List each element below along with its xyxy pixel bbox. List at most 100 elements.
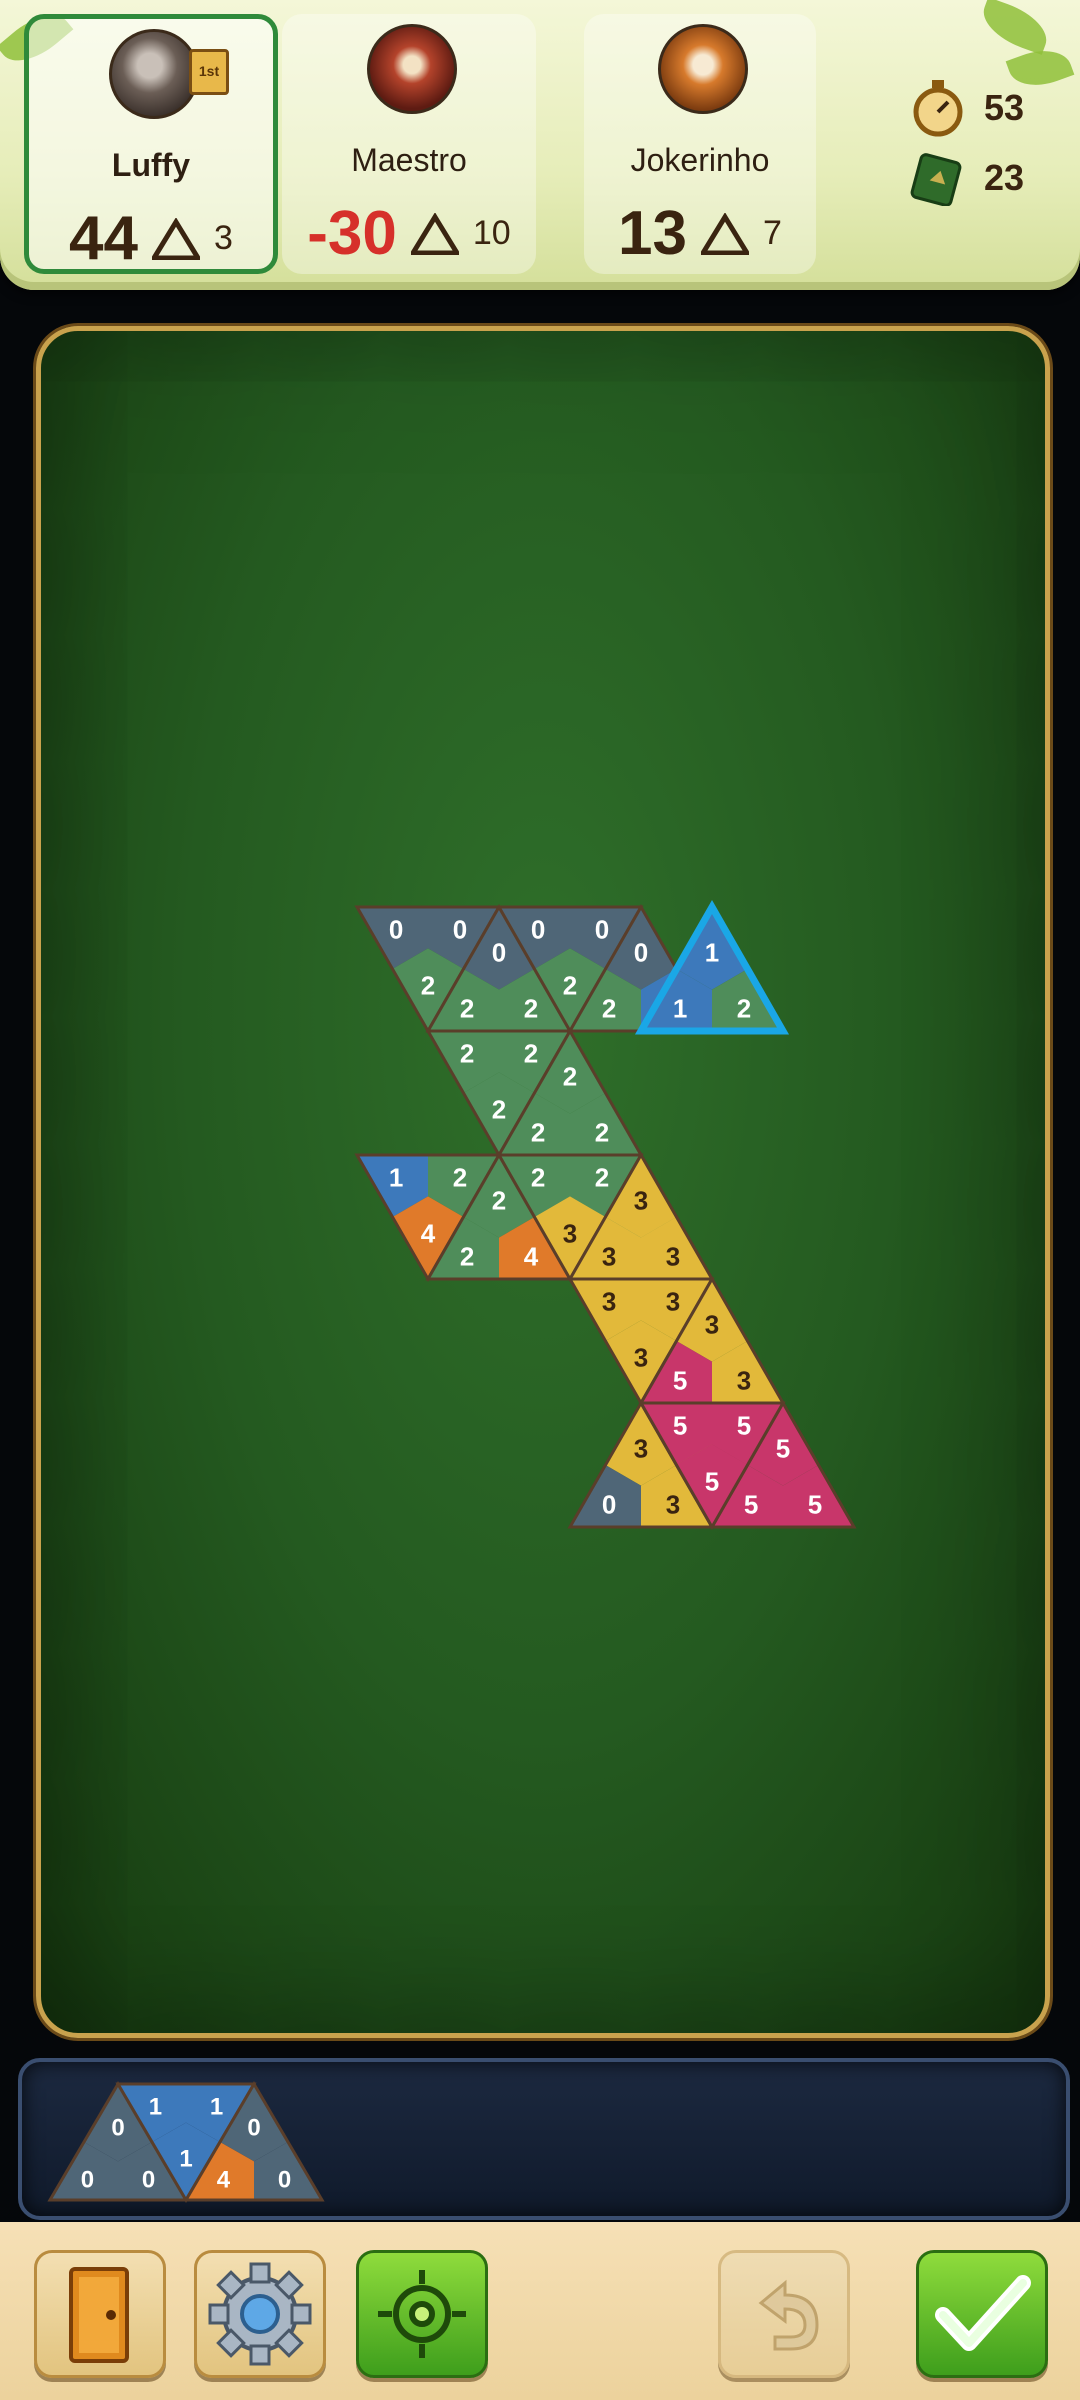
tile-corner-value: 2 — [524, 1039, 538, 1069]
recenter-button[interactable] — [356, 2250, 488, 2378]
tile-corner-value: 2 — [531, 1163, 545, 1193]
player-score-row: -30 10 — [282, 198, 536, 269]
player-score-row: 13 7 — [584, 198, 816, 269]
tile-corner-value: 0 — [81, 2167, 94, 2194]
tile-corner-value: 5 — [808, 1489, 822, 1519]
tile-corner-value: 1 — [389, 1163, 403, 1193]
tile-corner-value: 1 — [179, 2145, 192, 2172]
tile-corner-value: 0 — [247, 2115, 260, 2142]
confirm-check-icon — [935, 2275, 1031, 2351]
tile-corner-value: 0 — [278, 2167, 291, 2194]
settings-button[interactable] — [194, 2250, 326, 2378]
tile-corner-value: 2 — [531, 1117, 545, 1147]
tile-corner-value: 5 — [737, 1411, 751, 1441]
triangle-tiles-icon — [152, 217, 201, 260]
tile-corner-value: 0 — [389, 915, 403, 945]
tile-corner-value: 2 — [460, 1241, 474, 1271]
tile-corner-value: 2 — [563, 1061, 577, 1091]
exit-door-icon — [69, 2267, 129, 2363]
tile-corner-value: 4 — [421, 1219, 436, 1249]
first-place-badge: 1st — [189, 49, 229, 95]
timer-value: 53 — [984, 87, 1025, 128]
undo-button[interactable] — [718, 2250, 850, 2378]
tile-corner-value: 3 — [563, 1219, 577, 1249]
avatar — [658, 24, 748, 114]
tile-corner-value: 3 — [666, 1489, 680, 1519]
tile-corner-value: 2 — [595, 1163, 609, 1193]
tile-corner-value: 2 — [595, 1117, 609, 1147]
player-score: 44 — [69, 204, 139, 273]
tile-corner-value: 0 — [142, 2167, 155, 2194]
tile-bag-book-icon — [910, 153, 962, 206]
tile-corner-value: 0 — [634, 937, 648, 967]
tile-corner-value: 2 — [460, 1039, 474, 1069]
tile-corner-value: 2 — [453, 1163, 467, 1193]
tile-corner-value: 1 — [705, 937, 719, 967]
hand-tray[interactable]: 000111004 — [18, 2058, 1070, 2220]
tile-corner-value: 1 — [149, 2093, 162, 2120]
tile-corner-value: 3 — [666, 1287, 680, 1317]
player-card-maestro[interactable]: Maestro -30 10 — [282, 14, 536, 274]
tile-corner-value: 3 — [634, 1185, 648, 1215]
tile-corner-value: 3 — [602, 1287, 616, 1317]
player-card-jokerinho[interactable]: Jokerinho 13 7 — [584, 14, 816, 274]
player-card-luffy[interactable]: 1st Luffy 44 3 — [24, 14, 278, 274]
tile-corner-value: 2 — [492, 1185, 506, 1215]
recenter-target-icon — [378, 2270, 466, 2358]
tile-corner-value: 2 — [460, 993, 474, 1023]
tile-corner-value: 2 — [492, 1095, 506, 1125]
tile-corner-value: 4 — [524, 1241, 539, 1271]
tile-corner-value: 5 — [705, 1467, 719, 1497]
settings-gear-icon — [208, 2262, 312, 2366]
tile-corner-value: 5 — [744, 1489, 758, 1519]
tiles-left-count: 7 — [763, 214, 782, 252]
tiles-left-count: 10 — [472, 214, 511, 252]
tile-corner-value: 0 — [595, 915, 609, 945]
pool-value: 23 — [984, 157, 1025, 198]
player-name: Jokerinho — [630, 142, 770, 178]
avatar — [367, 24, 457, 114]
hand-tiles: 0001 11004 — [47, 2081, 325, 2203]
tile-corner-value: 0 — [111, 2115, 124, 2142]
tile-corner-value: 3 — [705, 1309, 719, 1339]
player-name: Maestro — [351, 142, 467, 178]
triangle-tiles-icon — [701, 212, 750, 255]
tile-corner-value: 0 — [492, 937, 506, 967]
tile-corner-value: 1 — [673, 993, 687, 1023]
exit-button[interactable] — [34, 2250, 166, 2378]
player-score: 13 — [618, 199, 688, 268]
tile-corner-value: 5 — [776, 1433, 790, 1463]
tile-corner-value: 5 — [673, 1365, 687, 1395]
tile-corner-value: 3 — [634, 1343, 648, 1373]
leaf-decoration — [975, 0, 1055, 55]
board-tiles: 0020220020121212222222222321242422233333… — [354, 899, 857, 1531]
confirm-button[interactable] — [916, 2250, 1048, 2378]
tile-corner-value: 2 — [563, 971, 577, 1001]
avatar — [109, 29, 199, 119]
tile-corner-value: 3 — [634, 1433, 648, 1463]
tile-corner-value: 3 — [666, 1241, 680, 1271]
tile-corner-value: 3 — [737, 1365, 751, 1395]
undo-arrow-icon — [758, 2279, 819, 2351]
tile-corner-value: 5 — [673, 1411, 687, 1441]
player-score: -30 — [307, 199, 397, 268]
player-score-row: 44 3 — [29, 203, 273, 274]
tile-corner-value: 2 — [421, 971, 435, 1001]
tile-corner-value: 2 — [737, 993, 751, 1023]
tile-corner-value: 2 — [602, 993, 616, 1023]
stopwatch-icon — [913, 80, 963, 137]
tile-corner-value: 4 — [217, 2167, 231, 2194]
turn-timer: 53 — [910, 78, 1024, 138]
tile-corner-value: 0 — [531, 915, 545, 945]
tile-corner-value: 3 — [602, 1241, 616, 1271]
tile-pool: 23 — [910, 150, 1024, 206]
player-name: Luffy — [111, 147, 191, 183]
game-board[interactable]: 0020220020121212222222222321242422233333… — [36, 326, 1050, 2038]
triangle-tiles-icon — [410, 212, 459, 255]
tile-corner-value: 0 — [602, 1489, 616, 1519]
tile-corner-value: 0 — [453, 915, 467, 945]
scoreboard-header: 1st Luffy 44 3 Maestro -30 10 Jokerinho … — [0, 0, 1080, 290]
tile-corner-value: 1 — [210, 2093, 223, 2120]
tiles-left-count: 3 — [214, 219, 233, 257]
tile-corner-value: 2 — [524, 993, 538, 1023]
